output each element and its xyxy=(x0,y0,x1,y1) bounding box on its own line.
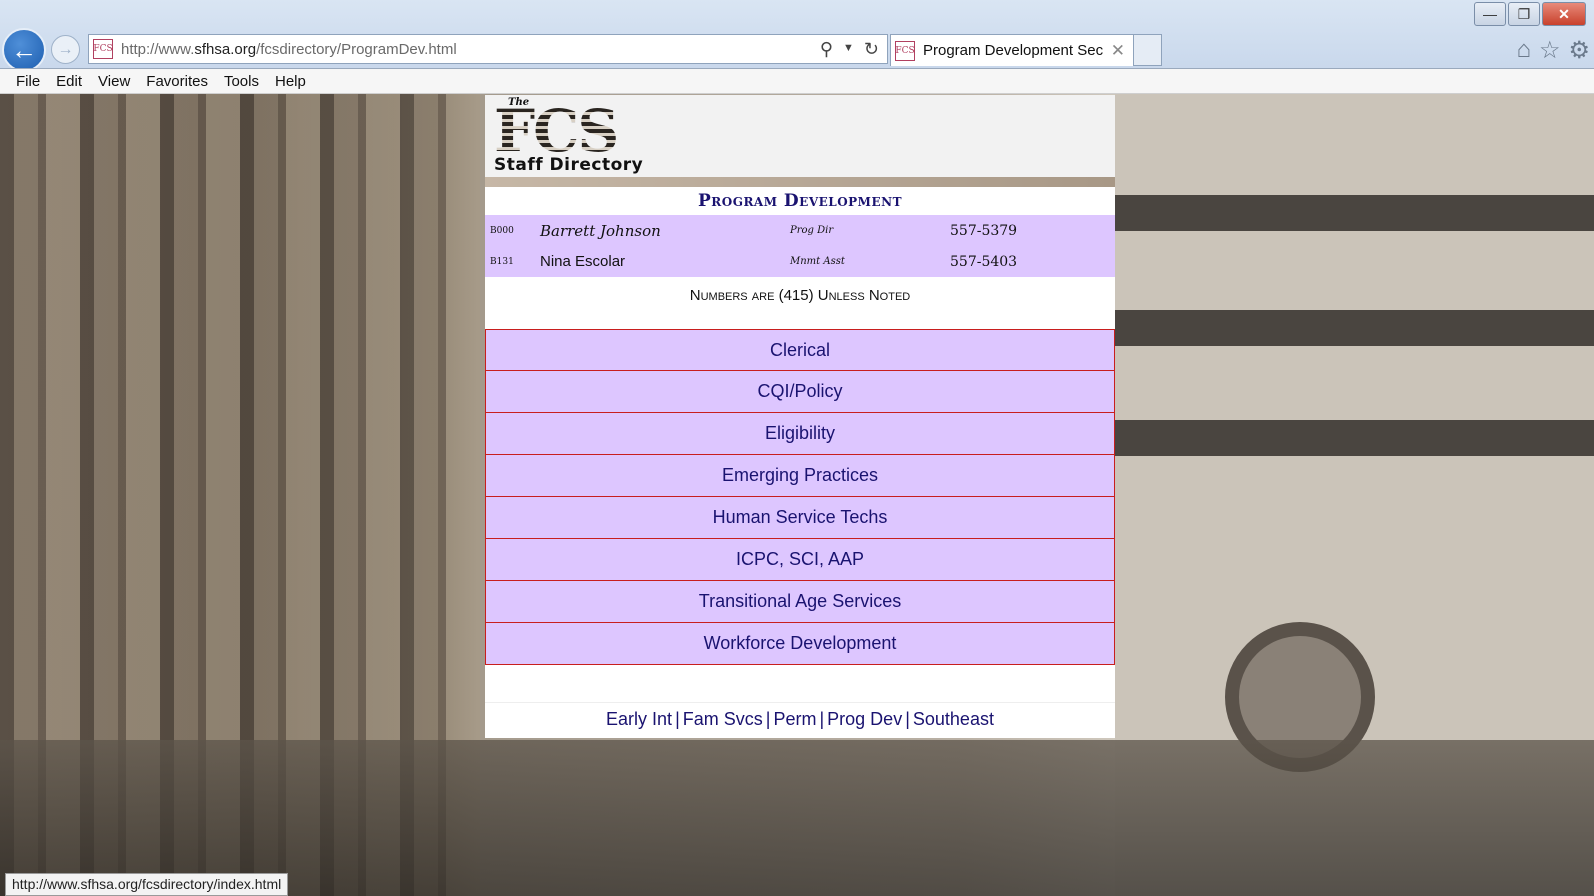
footer-separator: | xyxy=(765,709,771,729)
staff-row: B000 Barrett Johnson Prog Dir 557-5379 xyxy=(485,215,1115,246)
staff-code: B000 xyxy=(490,225,514,236)
home-icon[interactable]: ⌂ xyxy=(1516,36,1531,65)
new-tab-button[interactable] xyxy=(1134,34,1162,66)
staff-title: Mnmt Asst xyxy=(790,256,845,267)
menu-edit[interactable]: Edit xyxy=(50,73,88,90)
building-window-band xyxy=(1115,195,1594,231)
header-divider xyxy=(485,177,1115,187)
address-bar[interactable]: FCS http://www.sfhsa.org/fcsdirectory/Pr… xyxy=(88,34,888,64)
url-domain: sfhsa.org xyxy=(194,40,257,58)
back-button[interactable]: ← xyxy=(2,28,46,72)
favorites-star-icon[interactable]: ☆ xyxy=(1539,36,1561,65)
menu-tools[interactable]: Tools xyxy=(218,73,265,90)
unit-link-emerging-practices[interactable]: Emerging Practices xyxy=(485,455,1115,497)
header-band: FCS The Staff Directory xyxy=(485,95,1115,177)
page-title: Program Development xyxy=(485,187,1115,215)
footer-separator: | xyxy=(905,709,910,729)
unit-link-clerical[interactable]: Clerical xyxy=(485,329,1115,371)
footer-nav: Early Int | Fam Svcs | Perm | Prog Dev | Southea… xyxy=(485,703,1115,738)
dropdown-icon[interactable]: ▼ xyxy=(843,39,854,60)
search-icon[interactable]: ⚲ xyxy=(820,39,833,60)
back-arrow-icon: ← xyxy=(11,34,37,65)
address-url[interactable]: http://www.sfhsa.org/fcsdirectory/Progra… xyxy=(121,41,820,58)
footer-link-early-int[interactable]: Early Int xyxy=(606,709,672,729)
staff-name: Barrett Johnson xyxy=(540,221,661,240)
tab-program-development[interactable]: FCS Program Development Sec... ✕ xyxy=(890,34,1134,66)
favicon-icon: FCS xyxy=(93,39,113,59)
url-path: /fcsdirectory/ProgramDev.html xyxy=(256,40,457,58)
logo-fcs-text: FCS xyxy=(494,97,619,165)
directory-page: FCS The Staff Directory Program Developm… xyxy=(485,95,1115,747)
area-code-note: Numbers are (415) Unless Noted xyxy=(485,277,1115,329)
fcs-logo[interactable]: FCS The Staff Directory xyxy=(492,97,687,175)
footer-link-perm[interactable]: Perm xyxy=(773,709,816,729)
staff-phone: 557-5403 xyxy=(950,253,1018,270)
unit-link-icpc-sci-aap[interactable]: ICPC, SCI, AAP xyxy=(485,539,1115,581)
unit-link-workforce-development[interactable]: Workforce Development xyxy=(485,623,1115,665)
status-bar-url: http://www.sfhsa.org/fcsdirectory/index.… xyxy=(5,873,289,896)
footer-link-fam-svcs[interactable]: Fam Svcs xyxy=(683,709,763,729)
restore-icon[interactable]: ❐ xyxy=(1508,2,1540,26)
logo-subtitle: Staff Directory xyxy=(494,155,644,175)
window-controls: — ❐ ✕ xyxy=(1474,2,1586,26)
footer-separator: | xyxy=(819,709,825,729)
staff-row: B131 Nina Escolar Mnmt Asst 557-5403 xyxy=(485,246,1115,277)
footer-link-southeast[interactable]: Southeast xyxy=(913,709,994,729)
spacer xyxy=(485,665,1115,703)
staff-name: Nina Escolar xyxy=(540,253,626,270)
menu-help[interactable]: Help xyxy=(269,73,312,90)
forward-arrow-icon: → xyxy=(57,40,74,58)
footer-link-prog-dev[interactable]: Prog Dev xyxy=(827,709,902,729)
building-window-band xyxy=(1115,310,1594,346)
refresh-icon[interactable]: ↻ xyxy=(864,39,879,60)
footer-separator: | xyxy=(675,709,680,729)
settings-gear-icon[interactable]: ⚙ xyxy=(1568,36,1590,65)
minimize-icon[interactable]: — xyxy=(1474,2,1506,26)
tab-title: Program Development Sec... xyxy=(923,42,1103,59)
staff-code: B131 xyxy=(490,256,514,267)
staff-table: B000 Barrett Johnson Prog Dir 557-5379 B… xyxy=(485,215,1115,277)
menu-file[interactable]: File xyxy=(10,73,46,90)
menu-view[interactable]: View xyxy=(92,73,136,90)
logo-the-text: The xyxy=(508,97,530,108)
close-icon[interactable]: ✕ xyxy=(1542,2,1586,26)
building-window-band xyxy=(1115,420,1594,456)
unit-link-human-service-techs[interactable]: Human Service Techs xyxy=(485,497,1115,539)
unit-link-eligibility[interactable]: Eligibility xyxy=(485,413,1115,455)
menu-favorites[interactable]: Favorites xyxy=(140,73,214,90)
menu-bar: File Edit View Favorites Tools Help xyxy=(0,68,1594,94)
unit-link-transitional-age-services[interactable]: Transitional Age Services xyxy=(485,581,1115,623)
unit-link-cqi-policy[interactable]: CQI/Policy xyxy=(485,371,1115,413)
staff-title: Prog Dir xyxy=(790,225,834,236)
staff-phone: 557-5379 xyxy=(950,222,1018,239)
unit-list: Clerical CQI/Policy Eligibility Emerging… xyxy=(485,329,1115,665)
tab-favicon-icon: FCS xyxy=(895,40,915,61)
tab-close-icon[interactable]: ✕ xyxy=(1111,41,1125,61)
url-prefix: http://www. xyxy=(121,40,195,58)
forward-button[interactable]: → xyxy=(51,35,80,64)
